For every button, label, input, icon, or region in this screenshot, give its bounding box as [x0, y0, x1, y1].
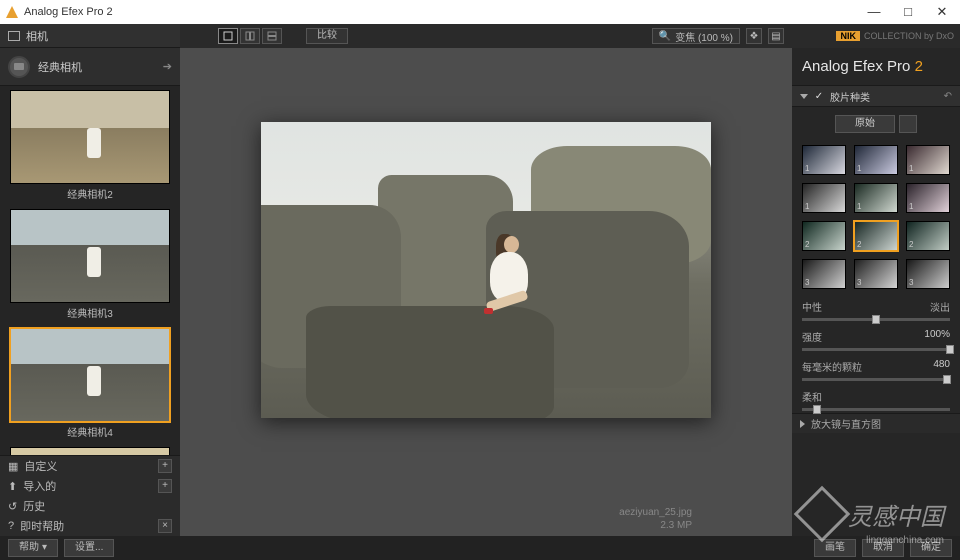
info-button[interactable]: ❖ — [746, 28, 762, 44]
loupe-histogram-section[interactable]: 放大镜与直方图 — [792, 413, 960, 433]
left-panel: 相机 经典相机 ➔ 经典相机2 经典相机3 经典相机4 ▦ — [0, 24, 180, 536]
app-icon — [6, 6, 18, 18]
view-mode-group — [218, 28, 282, 44]
soft-slider[interactable]: 柔和 — [792, 383, 960, 413]
close-help-button[interactable]: × — [158, 519, 172, 533]
preset-group-label: 经典相机 — [38, 59, 82, 75]
chevron-down-icon: ▾ — [42, 540, 47, 556]
preset-thumb[interactable] — [10, 209, 170, 303]
film-type-section[interactable]: ✓ 胶片种类 ↶ — [792, 85, 960, 107]
help-icon: ? — [8, 520, 14, 532]
help-button[interactable]: 帮助▾ — [8, 539, 58, 557]
section-history[interactable]: ↺历史 — [0, 496, 180, 516]
film-swatch[interactable]: 1 — [854, 183, 898, 213]
film-swatch[interactable]: 3 — [906, 259, 950, 289]
section-custom[interactable]: ▦自定义+ — [0, 456, 180, 476]
film-swatch[interactable]: 3 — [854, 259, 898, 289]
zoom-label: 变焦 (100 %) — [675, 29, 733, 44]
film-swatch-grid: 1 1 1 1 1 1 2 2 2 3 3 3 — [792, 141, 960, 293]
cancel-button[interactable]: 取消 — [862, 539, 904, 557]
view-split-h-button[interactable] — [240, 28, 260, 44]
film-swatch[interactable]: 1 — [906, 145, 950, 175]
preset-label: 经典相机3 — [10, 303, 170, 322]
settings-button[interactable]: 设置... — [64, 539, 114, 557]
film-swatch[interactable]: 1 — [802, 183, 846, 213]
filename-label: aeziyuan_25.jpg — [619, 507, 692, 518]
chevron-right-icon — [800, 420, 805, 428]
window-titlebar: Analog Efex Pro 2 — □ ✕ — [0, 0, 960, 24]
preset-icon — [8, 56, 30, 78]
upload-icon: ⬆ — [8, 480, 17, 493]
preset-thumb-selected[interactable] — [10, 328, 170, 422]
compare-button[interactable]: 比较 — [306, 28, 348, 44]
film-swatch[interactable]: 3 — [802, 259, 846, 289]
center-toolbar: 比较 🔍 变焦 (100 %) ❖ ▤ — [180, 24, 792, 48]
add-button[interactable]: + — [158, 479, 172, 493]
zoom-control[interactable]: 🔍 变焦 (100 %) — [652, 28, 740, 44]
chevron-right-icon: ➔ — [163, 60, 172, 73]
neutral-fade-slider[interactable]: 中性淡出 — [792, 293, 960, 323]
megapixels-label: 2.3 MP — [660, 520, 692, 531]
brand-bar: NIK COLLECTION by DxO — [792, 24, 960, 48]
film-swatch[interactable]: 1 — [854, 145, 898, 175]
chevron-down-icon — [800, 94, 808, 99]
right-panel: NIK COLLECTION by DxO Analog Efex Pro 2 … — [792, 24, 960, 536]
brush-button[interactable]: 画笔 — [814, 539, 856, 557]
film-swatch[interactable]: 1 — [802, 145, 846, 175]
camera-section-header[interactable]: 相机 — [0, 24, 180, 48]
canvas[interactable]: aeziyuan_25.jpg 2.3 MP — [180, 48, 792, 536]
view-single-button[interactable] — [218, 28, 238, 44]
preset-thumbnails: 经典相机2 经典相机3 经典相机4 — [0, 86, 180, 455]
film-swatch[interactable]: 2 — [906, 221, 950, 251]
app-title: Analog Efex Pro 2 — [24, 6, 862, 18]
minimize-button[interactable]: — — [862, 4, 886, 20]
preset-label: 经典相机2 — [10, 184, 170, 203]
preview-image — [261, 122, 711, 418]
film-type-button[interactable]: 原始 — [835, 115, 895, 133]
revert-icon[interactable]: ↶ — [944, 91, 952, 102]
grid-icon: ▦ — [8, 460, 18, 473]
panel-toggle-button[interactable]: ▤ — [768, 28, 784, 44]
center-panel: 比较 🔍 变焦 (100 %) ❖ ▤ aeziyuan_25.jpg 2.3 … — [180, 24, 792, 536]
section-instant-help[interactable]: ?即时帮助× — [0, 516, 180, 536]
film-swatch[interactable]: 1 — [906, 183, 950, 213]
preset-group-header[interactable]: 经典相机 ➔ — [0, 48, 180, 86]
maximize-button[interactable]: □ — [896, 4, 920, 20]
preset-thumb[interactable] — [10, 90, 170, 184]
preset-label: 经典相机4 — [10, 422, 170, 441]
film-swatch[interactable]: 2 — [802, 221, 846, 251]
camera-section-label: 相机 — [26, 28, 48, 44]
search-icon: 🔍 — [659, 31, 671, 42]
product-title: Analog Efex Pro 2 — [792, 48, 960, 85]
view-split-v-button[interactable] — [262, 28, 282, 44]
section-label: 胶片种类 — [830, 89, 870, 104]
check-icon: ✓ — [814, 91, 824, 101]
bottom-bar: 帮助▾ 设置... 画笔 取消 确定 — [0, 536, 960, 560]
brand-chip: NIK — [836, 31, 860, 41]
ok-button[interactable]: 确定 — [910, 539, 952, 557]
camera-icon — [8, 31, 20, 41]
film-swatch-selected[interactable]: 2 — [854, 221, 898, 251]
close-button[interactable]: ✕ — [930, 4, 954, 20]
section-imported[interactable]: ⬆导入的+ — [0, 476, 180, 496]
brand-suffix: COLLECTION by DxO — [864, 31, 954, 41]
strength-slider[interactable]: 强度100% — [792, 323, 960, 353]
film-type-dropdown[interactable] — [899, 115, 917, 133]
add-button[interactable]: + — [158, 459, 172, 473]
history-icon: ↺ — [8, 500, 17, 513]
grain-slider[interactable]: 每毫米的颗粒480 — [792, 353, 960, 383]
preset-thumb[interactable] — [10, 447, 170, 455]
